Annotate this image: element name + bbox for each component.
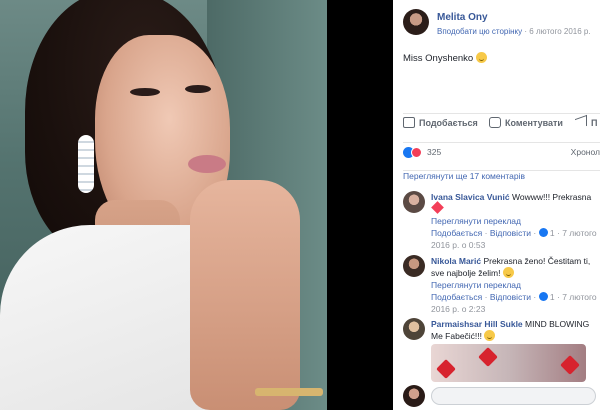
comment-body: Parmaishsar Hill Sukle MIND BLOWING Me F… bbox=[431, 318, 600, 342]
follow-page-link[interactable]: Вподобати цю сторінку bbox=[437, 27, 522, 36]
reaction-count[interactable]: 325 bbox=[427, 147, 441, 157]
heart-emoji-icon bbox=[431, 201, 444, 214]
comment-like-link[interactable]: Подобається bbox=[431, 292, 482, 302]
commenter-avatar[interactable] bbox=[403, 191, 425, 213]
share-label: П bbox=[591, 118, 598, 128]
see-translation-link[interactable]: Переглянути переклад bbox=[431, 215, 600, 227]
commenter-name[interactable]: Parmaishsar Hill Sukle bbox=[431, 319, 523, 329]
heart-icon bbox=[560, 355, 580, 375]
comment-like-link[interactable]: Подобається bbox=[431, 228, 482, 238]
love-reaction-icon[interactable] bbox=[411, 147, 422, 158]
author-name[interactable]: Melita Ony bbox=[437, 12, 488, 23]
photo-eye bbox=[185, 85, 211, 93]
smile-emoji-icon bbox=[502, 267, 514, 278]
heart-icon bbox=[478, 347, 498, 367]
smile-emoji-icon bbox=[475, 52, 487, 63]
commenter-avatar[interactable] bbox=[403, 318, 425, 340]
post-header: Melita Ony Вподобати цю сторінку · 6 лют… bbox=[403, 9, 600, 39]
post-meta: Вподобати цю сторінку · 6 лютого 2016 р. bbox=[437, 27, 591, 36]
comment-reply-link[interactable]: Відповісти bbox=[490, 292, 531, 302]
post-actions: Подобається Коментувати П bbox=[403, 113, 600, 131]
smile-emoji-icon bbox=[484, 330, 496, 341]
photo-earring bbox=[78, 135, 94, 193]
share-arrow-icon bbox=[575, 114, 587, 131]
like-label: Подобається bbox=[419, 118, 478, 128]
photo-lips bbox=[188, 155, 226, 173]
post-photo[interactable] bbox=[0, 0, 327, 410]
post-panel: Melita Ony Вподобати цю сторінку · 6 лют… bbox=[393, 0, 600, 410]
comment-reply-link[interactable]: Відповісти bbox=[490, 228, 531, 238]
reactions-bar: 325 Хронол bbox=[403, 142, 600, 158]
comment-content: Ivana Slavica Vunić Wowww!!! Prekrasna bbox=[431, 191, 600, 215]
heart-icon bbox=[436, 359, 456, 379]
see-translation-link[interactable]: Переглянути переклад bbox=[431, 279, 600, 291]
comment-icon bbox=[489, 117, 501, 128]
like-count-icon bbox=[538, 228, 548, 237]
author-avatar[interactable] bbox=[403, 9, 429, 35]
thumbs-up-icon bbox=[403, 117, 415, 128]
photo-hand bbox=[190, 180, 300, 410]
commenter-avatar[interactable] bbox=[403, 255, 425, 277]
commenter-name[interactable]: Nikola Marić bbox=[431, 256, 481, 266]
post-caption: Miss Onyshenko bbox=[403, 53, 474, 64]
write-comment-row bbox=[403, 382, 600, 410]
like-button[interactable]: Подобається bbox=[403, 117, 478, 128]
comment-button[interactable]: Коментувати bbox=[489, 117, 563, 128]
comment-input[interactable] bbox=[431, 387, 596, 405]
comment-body: Nikola Marić Prekrasna ženo! Čestitam ti… bbox=[431, 255, 600, 315]
comment-sort-dropdown[interactable]: Хронол bbox=[571, 147, 600, 157]
comment-meta: Подобається · Відповісти · 1 · 7 лютого … bbox=[431, 228, 597, 250]
current-user-avatar bbox=[403, 385, 425, 407]
photo-bracelet bbox=[255, 388, 323, 396]
comment-item: Parmaishsar Hill Sukle MIND BLOWING Me F… bbox=[403, 318, 600, 344]
view-more-comments-link[interactable]: Переглянути ще 17 коментарів bbox=[403, 170, 600, 181]
share-button[interactable]: П bbox=[575, 114, 598, 131]
comment-label: Коментувати bbox=[505, 118, 563, 128]
comment-like-count[interactable]: 1 bbox=[550, 228, 555, 238]
comment-gif-image[interactable] bbox=[431, 344, 586, 382]
comment-content: Nikola Marić Prekrasna ženo! Čestitam ti… bbox=[431, 255, 600, 279]
comment-body: Ivana Slavica Vunić Wowww!!! Prekrasna П… bbox=[431, 191, 600, 251]
like-count-icon bbox=[538, 292, 548, 301]
photo-eye bbox=[130, 88, 160, 96]
comment-item: Ivana Slavica Vunić Wowww!!! Prekrasna П… bbox=[403, 191, 600, 250]
comment-like-count[interactable]: 1 bbox=[550, 292, 555, 302]
comment-text: Wowww!!! Prekrasna bbox=[511, 192, 592, 202]
post-date[interactable]: 6 лютого 2016 р. bbox=[529, 27, 590, 36]
photo-viewer[interactable] bbox=[0, 0, 393, 410]
post-text: Miss Onyshenko bbox=[403, 52, 487, 64]
commenter-name[interactable]: Ivana Slavica Vunić bbox=[431, 192, 510, 202]
comment-meta: Подобається · Відповісти · 1 · 7 лютого … bbox=[431, 292, 597, 314]
comment-item: Nikola Marić Prekrasna ženo! Čestitam ti… bbox=[403, 255, 600, 315]
